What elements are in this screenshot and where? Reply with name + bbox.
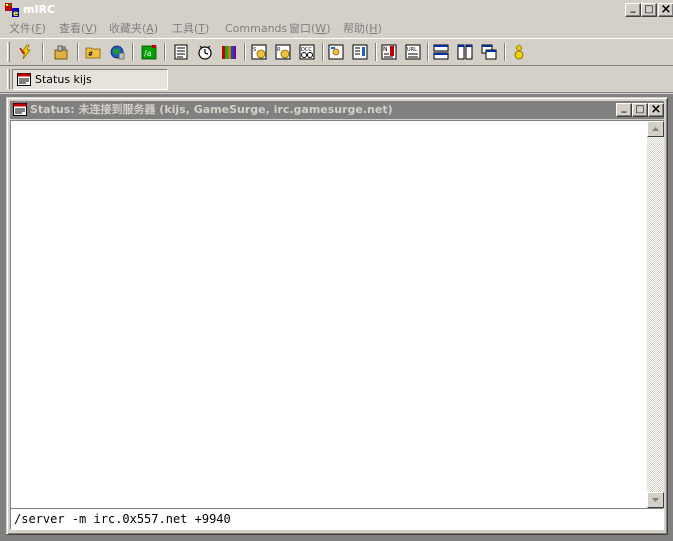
svg-text:e: e	[13, 9, 19, 18]
toolbar-grip[interactable]	[7, 42, 10, 62]
cascade-button[interactable]	[480, 43, 498, 61]
toolbar-separator	[42, 43, 44, 61]
menu-view[interactable]: 查看(V)	[59, 21, 97, 37]
switchbar-grip[interactable]	[7, 69, 10, 89]
minimize-icon: _	[630, 2, 636, 13]
title-bar[interactable]: e mIRC _ □ ×	[0, 0, 673, 19]
svg-text:S: S	[253, 47, 256, 53]
maximize-icon: □	[644, 4, 654, 15]
menu-file[interactable]: 文件(F)	[9, 21, 46, 37]
notify-button[interactable]	[351, 43, 369, 61]
address-book-button[interactable]	[172, 43, 190, 61]
svg-text:/a: /a	[144, 49, 152, 58]
tile-horizontal-icon	[433, 44, 449, 60]
mirc-app-icon[interactable]: e	[4, 2, 20, 18]
connect-icon	[19, 44, 31, 60]
svg-text:#: #	[88, 51, 93, 58]
options-button[interactable]	[52, 43, 70, 61]
timer-button[interactable]	[196, 43, 214, 61]
help-button[interactable]	[510, 43, 528, 61]
help-icon	[514, 45, 524, 60]
status-window-title: Status: 未连接到服务器 (kijs, GameSurge, irc.ga…	[30, 103, 393, 116]
receive-file-icon: R	[275, 44, 291, 60]
colors-icon	[222, 46, 236, 59]
vertical-scrollbar[interactable]	[647, 121, 664, 508]
toolbar-separator	[244, 43, 246, 61]
minimize-icon: _	[621, 102, 627, 113]
scroll-down-button[interactable]	[647, 492, 664, 508]
remote-icon: /a	[141, 45, 157, 60]
connect-button[interactable]	[17, 43, 35, 61]
cascade-icon	[481, 44, 497, 60]
switchbar-item-status[interactable]: Status kijs	[12, 69, 168, 90]
url-catcher-button[interactable]: URL	[404, 43, 422, 61]
svg-text:URL: URL	[407, 47, 417, 53]
toolbar-separator	[504, 43, 506, 61]
svg-text:R: R	[277, 47, 281, 53]
svg-text:N: N	[383, 46, 388, 53]
toolbar-separator	[164, 43, 166, 61]
send-file-icon: S	[251, 44, 267, 60]
status-window-title-bar[interactable]: Status: 未连接到服务器 (kijs, GameSurge, irc.ga…	[10, 101, 664, 119]
menu-bar: 文件(F) 查看(V) 收藏夹(A) 工具(T) Commands 窗口(W) …	[0, 19, 673, 38]
status-window-icon	[17, 73, 31, 86]
toolbar-separator	[427, 43, 429, 61]
send-file-button[interactable]: S	[250, 43, 268, 61]
server-list-button[interactable]	[108, 43, 126, 61]
remote-button[interactable]: /a	[140, 43, 158, 61]
status-minimize-button[interactable]: _	[616, 103, 632, 117]
status-window[interactable]: Status: 未连接到服务器 (kijs, GameSurge, irc.ga…	[6, 97, 668, 535]
notify-list-icon: N	[381, 44, 397, 60]
toolbar: # /a S R DCC N URL	[0, 38, 673, 66]
window-title: mIRC	[23, 3, 56, 16]
receive-file-button[interactable]: R	[274, 43, 292, 61]
command-input[interactable]	[10, 508, 664, 530]
arrow-down-icon	[652, 498, 659, 502]
log-icon	[328, 44, 344, 60]
toolbar-separator	[322, 43, 324, 61]
server-list-icon	[110, 45, 125, 60]
maximize-button[interactable]: □	[641, 3, 657, 17]
toolbar-separator	[375, 43, 377, 61]
channels-folder-button[interactable]: #	[84, 43, 102, 61]
close-icon: ×	[650, 102, 662, 117]
close-button[interactable]: ×	[658, 3, 673, 17]
menu-tools[interactable]: 工具(T)	[172, 21, 209, 37]
channels-folder-icon: #	[85, 47, 101, 59]
options-icon	[54, 45, 68, 60]
menu-commands[interactable]: Commands	[225, 21, 287, 37]
arrow-up-icon	[652, 127, 659, 131]
address-book-icon	[174, 44, 188, 60]
status-window-title-icon[interactable]	[13, 103, 27, 119]
tile-vertical-icon	[457, 44, 473, 60]
minimize-button[interactable]: _	[625, 3, 641, 17]
timer-icon	[198, 45, 212, 60]
log-button[interactable]	[327, 43, 345, 61]
colors-button[interactable]	[220, 43, 238, 61]
menu-help[interactable]: 帮助(H)	[343, 21, 382, 37]
notify-list-button[interactable]: N	[380, 43, 398, 61]
close-icon: ×	[660, 2, 672, 17]
status-output-area[interactable]	[10, 120, 664, 508]
scroll-up-button[interactable]	[647, 121, 664, 137]
status-maximize-button[interactable]: □	[632, 103, 648, 117]
dcc-chat-icon: DCC	[299, 44, 315, 60]
notify-icon	[352, 44, 368, 60]
tile-vertical-button[interactable]	[456, 43, 474, 61]
switchbar: Status kijs	[0, 66, 673, 93]
maximize-icon: □	[635, 104, 645, 115]
menu-window[interactable]: 窗口(W)	[289, 21, 330, 37]
status-close-button[interactable]: ×	[648, 103, 664, 117]
dcc-chat-button[interactable]: DCC	[298, 43, 316, 61]
url-catcher-icon: URL	[405, 44, 421, 60]
tile-horizontal-button[interactable]	[432, 43, 450, 61]
switchbar-item-label: Status kijs	[35, 73, 92, 86]
menu-favorites[interactable]: 收藏夹(A)	[109, 21, 158, 37]
toolbar-separator	[132, 43, 134, 61]
toolbar-separator	[77, 43, 79, 61]
